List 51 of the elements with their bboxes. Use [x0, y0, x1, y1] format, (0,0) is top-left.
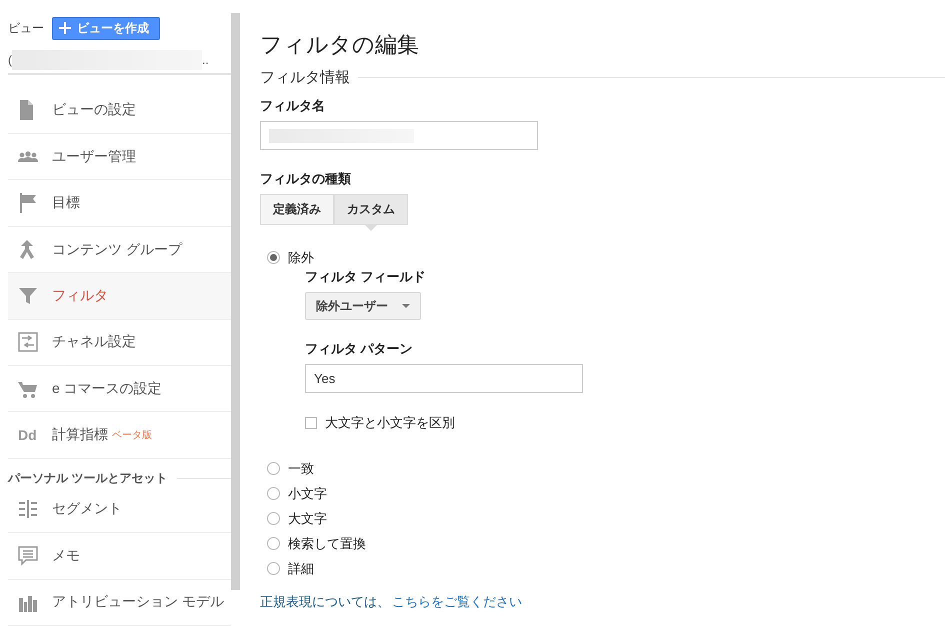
sidebar-item[interactable]: ユーザー管理 — [52, 148, 136, 166]
radio-label: 詳細 — [288, 560, 314, 578]
plus-icon — [59, 22, 71, 34]
radio-button[interactable] — [267, 537, 280, 550]
speech-bubble-icon — [18, 546, 38, 566]
tab[interactable]: カスタム — [334, 194, 408, 225]
sidebar-item[interactable]: e コマースの設定 — [52, 380, 162, 398]
section-title: パーソナル ツールとアセット — [8, 470, 168, 488]
field-dropdown[interactable]: 除外ユーザー — [305, 292, 421, 320]
checkbox[interactable] — [305, 417, 317, 429]
sidebar-item[interactable]: アトリビューション モデル — [52, 593, 224, 612]
dd-icon: Dd — [18, 427, 38, 444]
beta-label: ベータ版 — [112, 429, 152, 442]
field-label: フィルタ パターン — [305, 340, 414, 358]
sidebar-item[interactable]: チャネル設定 — [52, 333, 136, 352]
sidebar-item[interactable]: フィルタ — [52, 286, 108, 305]
funnel-icon — [18, 286, 38, 306]
radio-label: 一致 — [288, 460, 314, 478]
account-select[interactable]: ( .. — [8, 47, 231, 75]
radio-button[interactable] — [267, 562, 280, 575]
help-text: 正規表現については、こちらをご覧ください — [260, 593, 523, 611]
radio-label: 除外 — [288, 248, 314, 266]
tab[interactable]: 定義済み — [260, 194, 334, 225]
sidebar-item[interactable]: コンテンツ グループ — [52, 240, 182, 259]
radio-button[interactable] — [267, 251, 280, 264]
tab-pointer — [364, 224, 378, 231]
sidebar-item[interactable]: 計算指標 — [52, 426, 108, 444]
sidebar-item[interactable]: ビューの設定 — [52, 101, 136, 120]
radio-button[interactable] — [267, 462, 280, 475]
sidebar-item[interactable]: 目標 — [52, 194, 80, 212]
field-label: フィルタ名 — [260, 97, 326, 115]
scrollbar[interactable] — [231, 13, 240, 590]
sidebar-item[interactable]: メモ — [52, 546, 80, 565]
flag-icon — [18, 193, 38, 214]
field-label: フィルタ フィールド — [305, 268, 427, 286]
pattern-field[interactable]: Yes — [305, 364, 583, 393]
radio-label: 小文字 — [288, 484, 327, 502]
field-label: フィルタの種類 — [260, 170, 352, 188]
radio-button[interactable] — [267, 487, 280, 500]
help-link[interactable]: こちらをご覧ください — [392, 594, 522, 609]
segment-icon — [18, 499, 38, 520]
section-title: フィルタ情報 — [260, 68, 350, 87]
sidebar-item[interactable]: セグメント — [52, 500, 122, 518]
checkbox-label: 大文字と小文字を区別 — [325, 414, 455, 432]
page-title: フィルタの編集 — [260, 31, 420, 59]
name-field[interactable] — [260, 121, 538, 150]
radio-label: 大文字 — [288, 510, 327, 528]
radio-label: 検索して置換 — [288, 534, 366, 552]
view-label: ビュー — [8, 20, 44, 36]
caret-icon — [402, 304, 410, 308]
radio-button[interactable] — [267, 512, 280, 525]
